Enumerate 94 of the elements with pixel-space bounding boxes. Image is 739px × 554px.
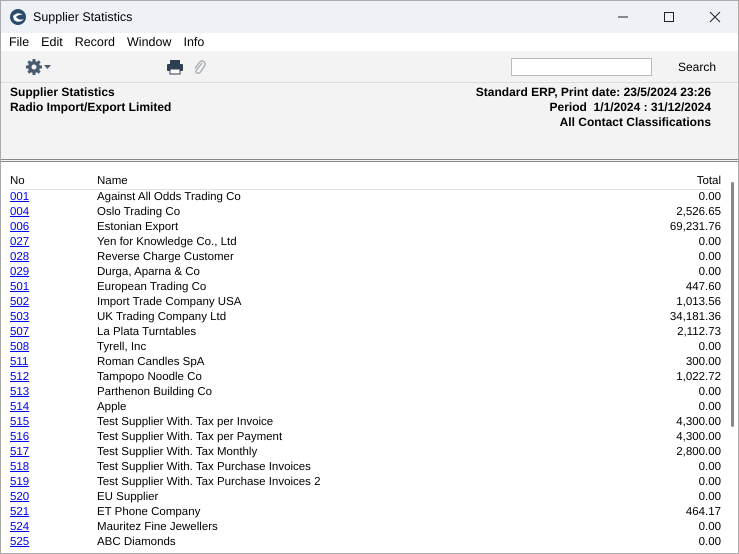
supplier-name: Yen for Knowledge Co., Ltd <box>97 236 237 248</box>
report-heading: Supplier Statistics <box>10 85 116 100</box>
total-amount: 4,300.00 <box>676 416 721 428</box>
total-amount: 0.00 <box>698 386 721 398</box>
supplier-number-link[interactable]: 001 <box>10 191 30 203</box>
supplier-name: ET Phone Company <box>97 506 200 518</box>
supplier-name: Estonian Export <box>97 221 178 233</box>
scrollbar-thumb[interactable] <box>731 182 734 427</box>
total-amount: 2,112.73 <box>677 326 721 338</box>
total-amount: 0.00 <box>698 251 721 263</box>
supplier-number-link[interactable]: 518 <box>10 461 30 473</box>
menu-item[interactable]: File <box>5 34 34 50</box>
supplier-number-link[interactable]: 521 <box>10 506 30 518</box>
supplier-number-link[interactable]: 028 <box>10 251 30 263</box>
supplier-name: Mauritez Fine Jewellers <box>97 521 218 533</box>
total-amount: 0.00 <box>698 491 721 503</box>
supplier-name: Import Trade Company USA <box>97 296 242 308</box>
menu-item[interactable]: Window <box>123 34 176 50</box>
supplier-name: Test Supplier With. Tax Purchase Invoices <box>97 461 311 473</box>
report-heading: Radio Import/Export Limited <box>10 100 172 115</box>
total-amount: 0.00 <box>698 341 721 353</box>
supplier-name: UK Trading Company Ltd <box>97 311 226 323</box>
menu-item[interactable]: Record <box>70 34 119 50</box>
supplier-number-link[interactable]: 507 <box>10 326 30 338</box>
report-heading: Period 1/1/2024 : 31/12/2024 <box>548 100 711 115</box>
supplier-name: Durga, Aparna & Co <box>97 266 200 278</box>
supplier-number-link[interactable]: 508 <box>10 341 30 353</box>
maximize-icon <box>663 11 675 23</box>
supplier-name: Test Supplier With. Tax Purchase Invoices 2 <box>97 476 321 488</box>
supplier-number-link[interactable]: 519 <box>10 476 30 488</box>
search-field[interactable] <box>510 58 652 76</box>
supplier-number-link[interactable]: 503 <box>10 311 30 323</box>
supplier-name: Test Supplier With. Tax Monthly <box>97 446 258 458</box>
supplier-number-link[interactable]: 511 <box>10 356 28 368</box>
total-amount: 0.00 <box>698 461 721 473</box>
total-amount: 0.00 <box>698 476 721 488</box>
column-header: Total <box>696 175 721 187</box>
supplier-number-link[interactable]: 520 <box>10 491 30 503</box>
menu-item[interactable]: Info <box>179 34 208 50</box>
supplier-number-link[interactable]: 512 <box>10 371 30 383</box>
total-amount: 2,800.00 <box>676 446 721 458</box>
total-amount: 447.60 <box>686 281 721 293</box>
supplier-name: Test Supplier With. Tax per Payment <box>97 431 282 443</box>
total-amount: 300.00 <box>686 356 721 368</box>
total-amount: 0.00 <box>698 266 721 278</box>
menu-item[interactable]: Edit <box>37 34 67 50</box>
supplier-number-link[interactable]: 514 <box>10 401 30 413</box>
close-icon <box>709 11 721 23</box>
app-logo-icon <box>9 8 27 26</box>
supplier-name: European Trading Co <box>97 281 206 293</box>
supplier-name: Roman Candles SpA <box>97 356 204 368</box>
total-amount: 0.00 <box>698 236 721 248</box>
supplier-number-link[interactable]: 006 <box>10 221 30 233</box>
print-icon[interactable] <box>166 58 184 74</box>
total-amount: 0.00 <box>698 521 721 533</box>
supplier-number-link[interactable]: 516 <box>10 431 30 443</box>
supplier-name: Oslo Trading Co <box>97 206 180 218</box>
supplier-name: Parthenon Building Co <box>97 386 212 398</box>
supplier-name: La Plata Turntables <box>97 326 196 338</box>
total-amount: 34,181.36 <box>670 311 721 323</box>
total-amount: 4,300.00 <box>676 431 721 443</box>
supplier-number-link[interactable]: 004 <box>10 206 30 218</box>
supplier-name: Apple <box>97 401 126 413</box>
total-amount: 69,231.76 <box>670 221 721 233</box>
supplier-name: Tyrell, Inc <box>97 341 146 353</box>
window-title: Supplier Statistics <box>33 8 132 26</box>
supplier-number-link[interactable]: 515 <box>10 416 30 428</box>
supplier-number-link[interactable]: 502 <box>10 296 30 308</box>
supplier-name: EU Supplier <box>97 491 158 503</box>
supplier-number-link[interactable]: 501 <box>10 281 30 293</box>
report-heading: All Contact Classifications <box>558 115 711 130</box>
total-amount: 464.17 <box>686 506 721 518</box>
column-header: No <box>10 175 25 187</box>
total-amount: 0.00 <box>698 401 721 413</box>
supplier-name: Against All Odds Trading Co <box>97 191 241 203</box>
supplier-number-link[interactable]: 525 <box>10 536 30 548</box>
total-amount: 0.00 <box>698 191 721 203</box>
supplier-name: Reverse Charge Customer <box>97 251 234 263</box>
total-amount: 1,013.56 <box>676 296 721 308</box>
paperclip-icon[interactable] <box>192 58 206 76</box>
supplier-number-link[interactable]: 029 <box>10 266 30 278</box>
total-amount: 1,022.72 <box>676 371 721 383</box>
total-amount: 2,526.65 <box>676 206 721 218</box>
supplier-name: Test Supplier With. Tax per Invoice <box>97 416 274 428</box>
column-header: Name <box>97 175 128 187</box>
supplier-name: Tampopo Noodle Co <box>97 371 202 383</box>
supplier-number-link[interactable]: 027 <box>10 236 30 248</box>
supplier-number-link[interactable]: 524 <box>10 521 30 533</box>
report-heading: Standard ERP, Print date: 23/5/2024 23:26 <box>476 85 711 100</box>
supplier-name: ABC Diamonds <box>97 536 176 548</box>
supplier-number-link[interactable]: 517 <box>10 446 30 458</box>
search-button[interactable]: Search <box>678 58 716 76</box>
total-amount: 0.00 <box>698 536 721 548</box>
supplier-number-link[interactable]: 513 <box>10 386 30 398</box>
